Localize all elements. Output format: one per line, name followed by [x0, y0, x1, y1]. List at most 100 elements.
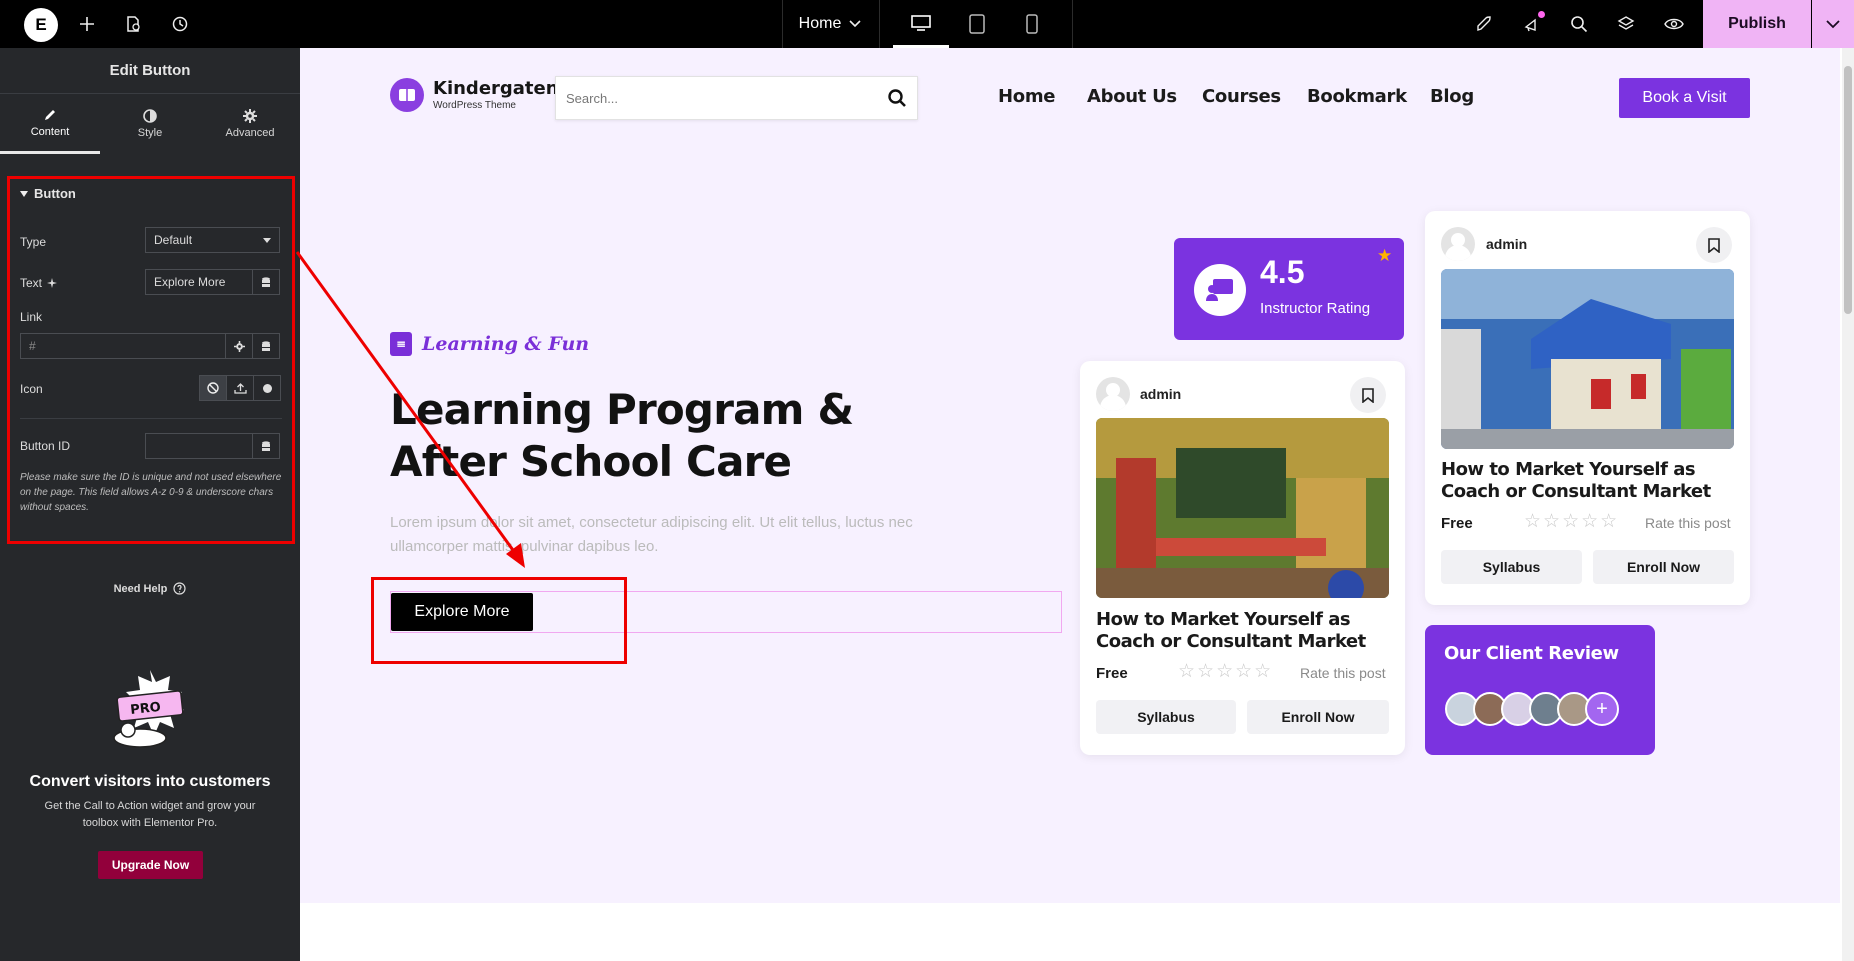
card-price: Free: [1096, 665, 1128, 682]
nav-home[interactable]: Home: [998, 86, 1056, 107]
page-settings-icon[interactable]: [121, 12, 145, 36]
rocket-icon[interactable]: [1472, 12, 1496, 36]
chevron-down-icon: [849, 20, 861, 28]
section-title: Button: [34, 186, 76, 201]
rate-this-post-label: Rate this post: [1300, 665, 1386, 681]
card-title[interactable]: How to Market Yourself as Coach or Consu…: [1096, 609, 1391, 653]
promo-description: Get the Call to Action widget and grow y…: [44, 800, 256, 829]
upload-svg-icon[interactable]: [226, 375, 254, 401]
rating-stars[interactable]: ☆☆☆☆☆: [1178, 660, 1273, 683]
need-help-label: Need Help: [113, 582, 168, 595]
instructor-rating-card: 4.5 Instructor Rating ★: [1174, 238, 1404, 340]
text-input[interactable]: Explore More: [145, 269, 253, 295]
text-label: Text: [20, 276, 43, 290]
no-icon-ban-icon[interactable]: [199, 375, 227, 401]
card-author[interactable]: admin: [1140, 386, 1181, 402]
client-avatars: +: [1445, 692, 1619, 726]
pro-promo-illustration: PRO: [100, 668, 200, 748]
bookmark-icon[interactable]: [1696, 227, 1732, 263]
tab-style[interactable]: Style: [100, 94, 200, 154]
site-logo-icon[interactable]: [390, 78, 424, 112]
syllabus-button[interactable]: Syllabus: [1096, 700, 1236, 734]
tablet-view-icon[interactable]: [949, 0, 1005, 48]
more-reviews-plus-icon[interactable]: +: [1585, 692, 1619, 726]
book-a-visit-button[interactable]: Book a Visit: [1619, 78, 1750, 118]
search-icon[interactable]: [887, 88, 907, 108]
button-id-label: Button ID: [20, 439, 71, 453]
scrollbar-thumb[interactable]: [1844, 66, 1852, 314]
elementor-logo[interactable]: E: [24, 8, 58, 42]
dynamic-tags-icon[interactable]: [252, 433, 280, 459]
syllabus-button[interactable]: Syllabus: [1441, 550, 1582, 584]
avatar: [1441, 227, 1475, 261]
notification-dot: [1538, 11, 1545, 18]
bookmark-icon[interactable]: [1350, 377, 1386, 413]
type-select[interactable]: Default: [145, 227, 280, 253]
layers-icon[interactable]: [1614, 12, 1638, 36]
button-id-input[interactable]: [145, 433, 253, 459]
card-title[interactable]: How to Market Yourself as Coach or Consu…: [1441, 459, 1741, 503]
tab-content[interactable]: Content: [0, 94, 100, 154]
preview-eye-icon[interactable]: [1662, 12, 1686, 36]
highlight-box-button: [371, 577, 627, 664]
page-selector[interactable]: Home: [782, 0, 878, 48]
publish-button[interactable]: Publish: [1703, 0, 1811, 48]
tab-advanced[interactable]: Advanced: [200, 94, 300, 154]
publish-options-chevron-icon[interactable]: [1812, 0, 1854, 48]
dynamic-tags-icon[interactable]: [252, 333, 280, 359]
nav-blog[interactable]: Blog: [1430, 86, 1474, 107]
nav-about-us[interactable]: About Us: [1087, 86, 1177, 107]
site-search-input[interactable]: Search...: [555, 76, 918, 120]
dynamic-tags-icon[interactable]: [252, 269, 280, 295]
presentation-icon: [1194, 264, 1246, 316]
book-icon: ≡: [390, 332, 412, 356]
upgrade-now-button[interactable]: Upgrade Now: [98, 851, 203, 879]
button-id-help-text: Please make sure the ID is unique and no…: [20, 472, 282, 513]
avatar: [1096, 377, 1130, 411]
site-brand-name[interactable]: Kindergaten: [433, 78, 559, 99]
caret-down-icon: [20, 190, 28, 197]
need-help-link[interactable]: Need Help: [0, 582, 300, 595]
review-title: Our Client Review: [1444, 643, 1619, 664]
enroll-now-button[interactable]: Enroll Now: [1593, 550, 1734, 584]
icon-label: Icon: [20, 382, 43, 396]
star-icon: ★: [1377, 246, 1393, 265]
promo-badge-text: PRO: [130, 700, 162, 718]
enroll-now-button[interactable]: Enroll Now: [1247, 700, 1389, 734]
panel-title: Edit Button: [0, 48, 300, 94]
history-icon[interactable]: [168, 12, 192, 36]
nav-bookmark[interactable]: Bookmark: [1307, 86, 1407, 107]
playroom-photo[interactable]: [1441, 269, 1734, 449]
tagline-text: Learning & Fun: [422, 333, 590, 355]
section-button-header[interactable]: Button: [20, 186, 76, 201]
classroom-photo[interactable]: [1096, 418, 1389, 598]
type-label: Type: [20, 235, 47, 249]
rating-stars[interactable]: ☆☆☆☆☆: [1524, 510, 1619, 533]
divider: [20, 418, 282, 419]
rating-value: 4.5: [1260, 254, 1305, 290]
client-review-card: Our Client Review +: [1425, 625, 1655, 755]
divider: [879, 0, 880, 48]
divider: [1072, 0, 1073, 48]
add-element-icon[interactable]: [75, 12, 99, 36]
card-author[interactable]: admin: [1486, 236, 1527, 252]
promo-title: Convert visitors into customers: [29, 773, 271, 790]
editor-topbar: E Home Publish: [0, 0, 1854, 48]
icon-library-circle-icon[interactable]: [253, 375, 281, 401]
hero-description: Lorem ipsum dolor sit amet, consectetur …: [390, 514, 913, 555]
link-options-gear-icon[interactable]: [225, 333, 253, 359]
tab-content-label: Content: [30, 125, 70, 138]
pencil-icon: [43, 108, 57, 122]
link-input[interactable]: #: [20, 333, 226, 359]
edit-panel: Edit Button Content Style Advanced Butto…: [0, 48, 300, 961]
question-circle-icon: [173, 582, 186, 595]
link-label: Link: [20, 310, 43, 324]
mobile-view-icon[interactable]: [1004, 0, 1060, 48]
ai-sparkle-icon[interactable]: [47, 277, 58, 289]
rating-label: Instructor Rating: [1260, 300, 1371, 317]
desktop-view-icon[interactable]: [893, 0, 949, 48]
nav-courses[interactable]: Courses: [1202, 86, 1281, 107]
search-placeholder: Search...: [566, 90, 619, 106]
type-select-value: Default: [154, 233, 193, 247]
search-icon[interactable]: [1567, 12, 1591, 36]
